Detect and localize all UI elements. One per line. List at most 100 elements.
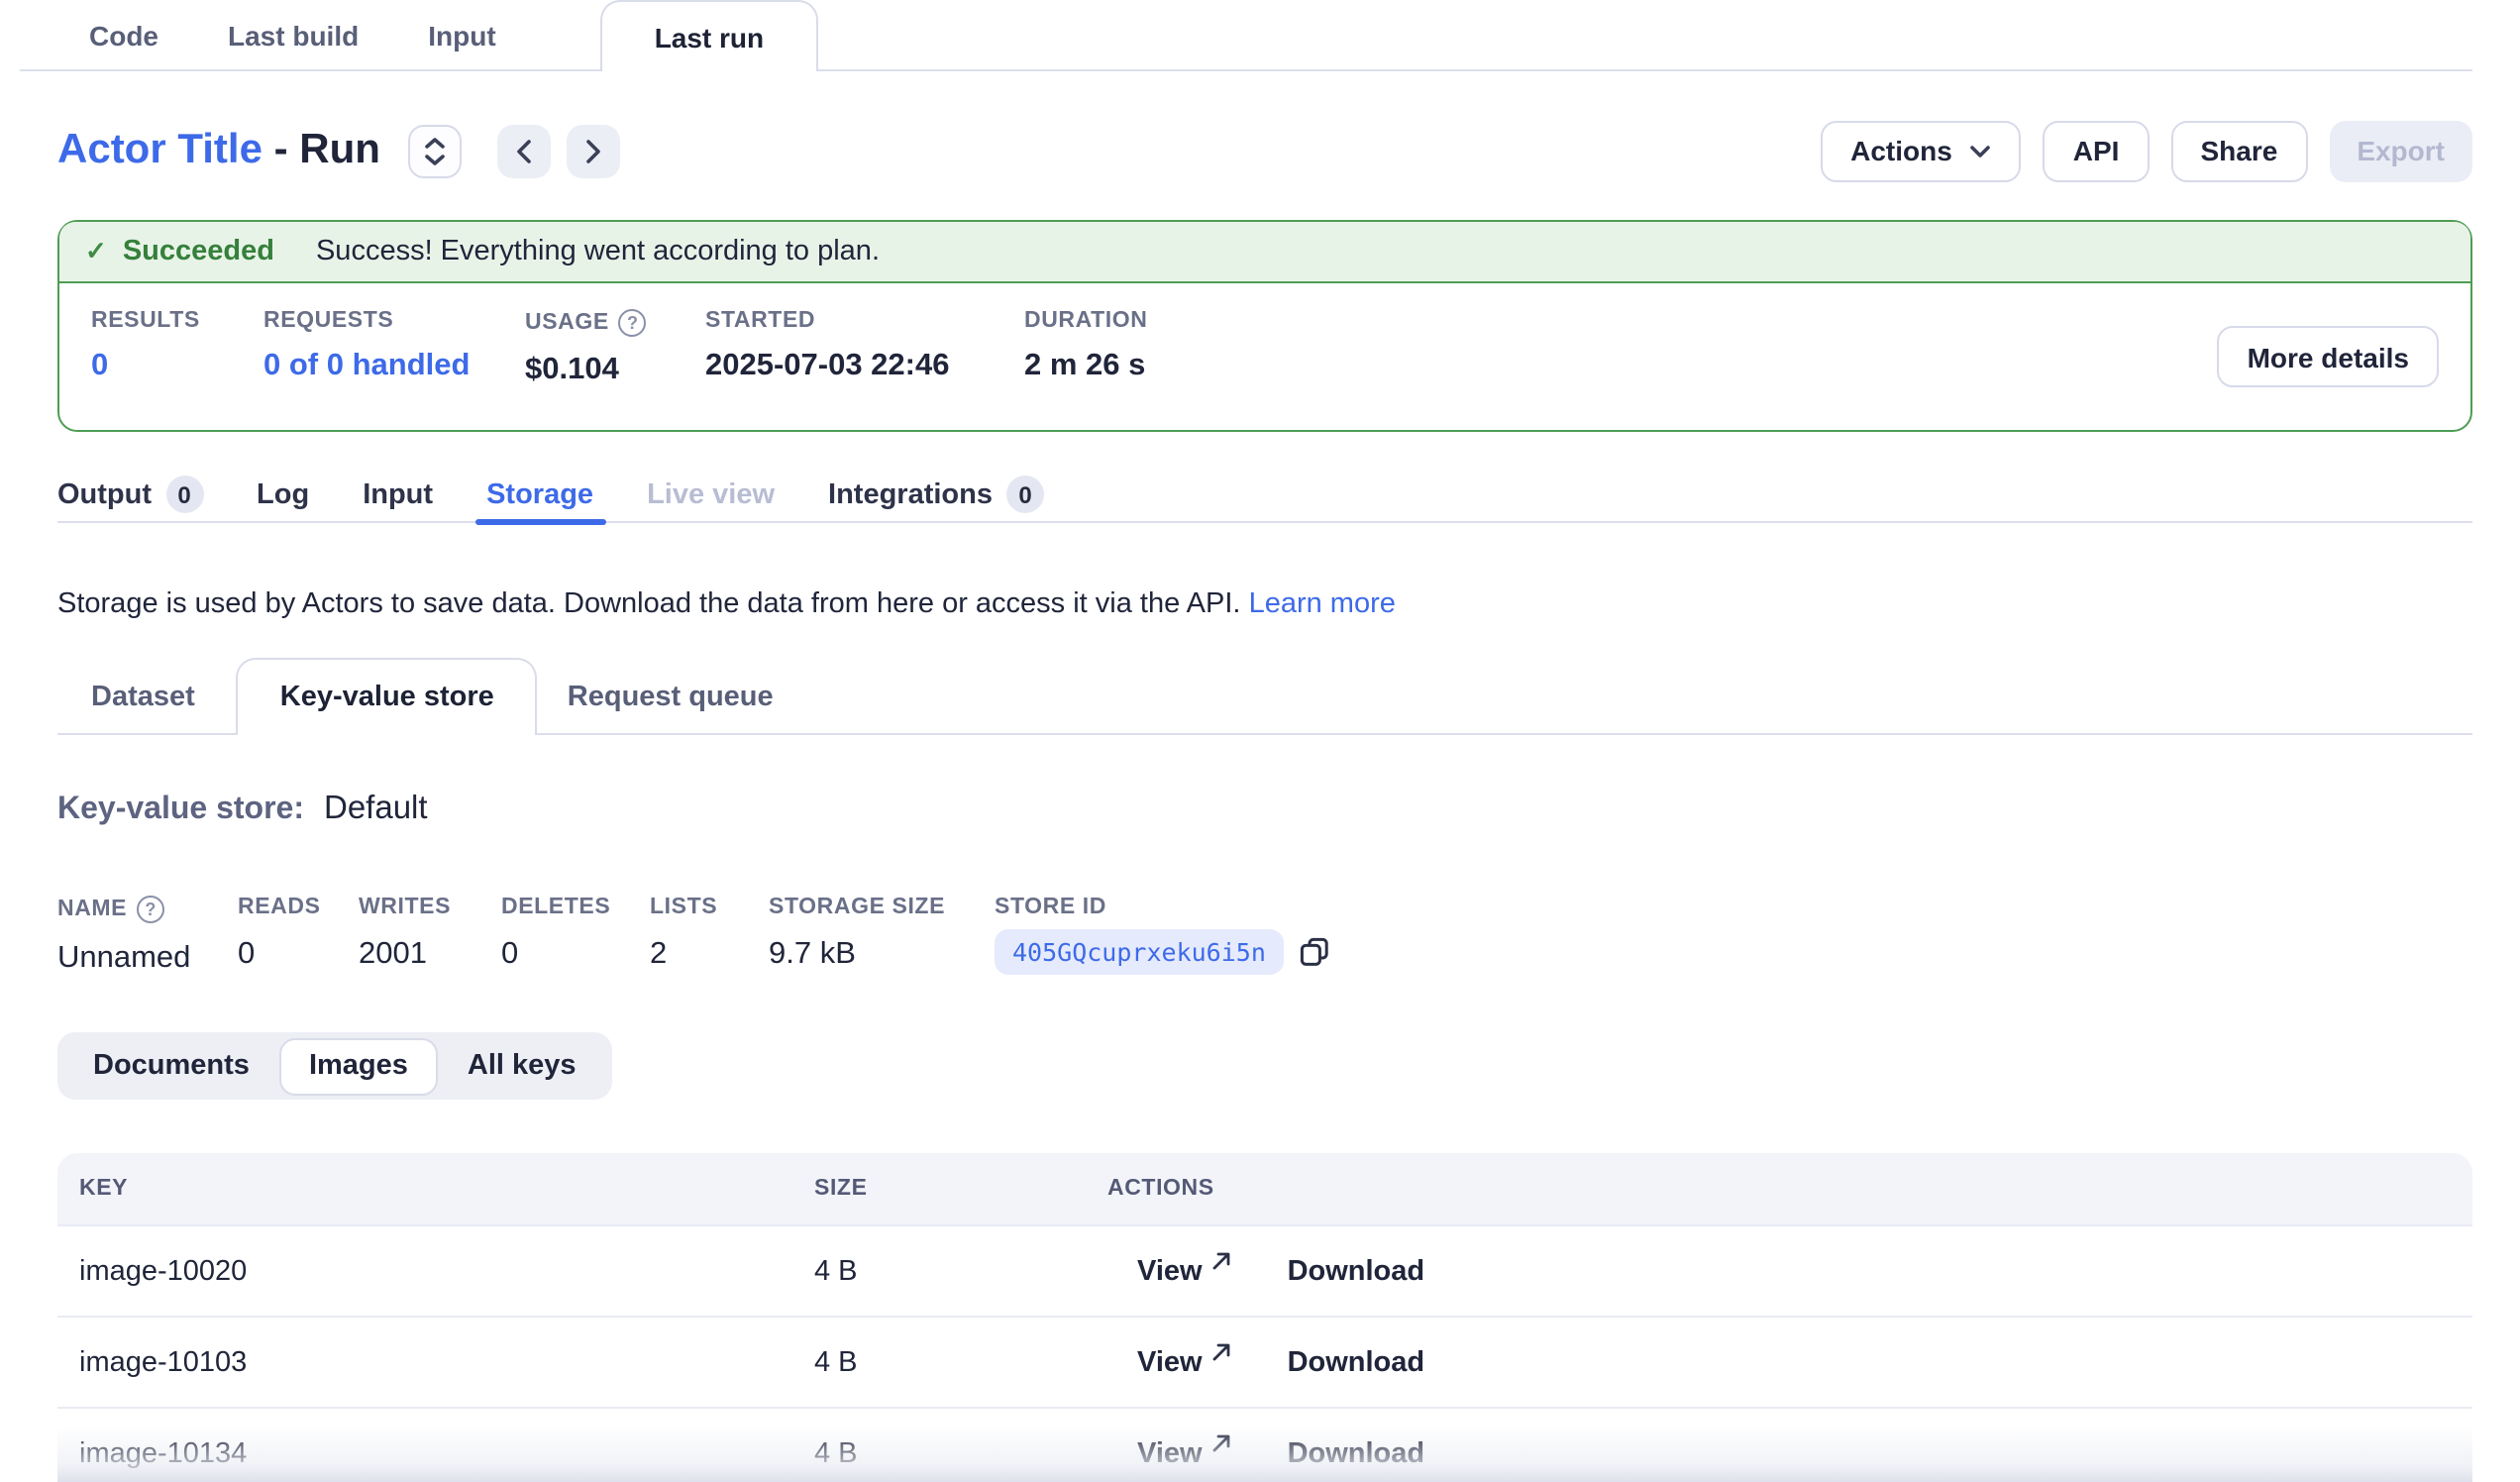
sort-chevrons-icon: [424, 136, 446, 165]
tab-storage[interactable]: Storage: [486, 468, 593, 521]
lists-label: LISTS: [650, 896, 769, 919]
learn-more-link[interactable]: Learn more: [1249, 588, 1396, 620]
next-run-button[interactable]: [567, 124, 620, 177]
run-stats-row: RESULTS 0 REQUESTS 0 of 0 handled USAGE?…: [59, 283, 2470, 430]
tab-key-value-store[interactable]: Key-value store: [237, 658, 538, 735]
key-filter-segmented-control: Documents Images All keys: [57, 1032, 612, 1100]
store-selector-label: Key-value store:: [57, 793, 304, 828]
view-link-label: View: [1137, 1437, 1203, 1469]
chevron-right-icon: [584, 138, 602, 163]
table-row: image-10020 4 B View Download: [57, 1224, 2472, 1316]
export-button[interactable]: Export: [2329, 120, 2472, 181]
more-details-label: More details: [2248, 341, 2409, 372]
usage-help-icon[interactable]: ?: [619, 309, 647, 337]
tab-last-run[interactable]: Last run: [601, 0, 817, 71]
actor-title-link[interactable]: Actor Title: [57, 127, 262, 172]
tab-output-label: Output: [57, 478, 152, 510]
started-value: 2025-07-03 22:46: [705, 349, 1024, 384]
key-cell: image-10134: [57, 1437, 814, 1469]
view-link-label: View: [1137, 1346, 1203, 1378]
started-label: STARTED: [705, 309, 1024, 333]
deletes-value: 0: [501, 937, 650, 973]
reads-label: READS: [238, 896, 359, 919]
more-details-button[interactable]: More details: [2218, 326, 2439, 387]
name-label: NAME: [57, 898, 127, 921]
run-selector-button[interactable]: [408, 124, 462, 177]
writes-label: WRITES: [359, 896, 501, 919]
tab-last-build[interactable]: Last build: [228, 20, 359, 52]
requests-label: REQUESTS: [263, 309, 525, 333]
storage-size-label: STORAGE SIZE: [769, 896, 995, 919]
tab-integrations-label: Integrations: [828, 478, 993, 510]
tab-live-view-label: Live view: [647, 478, 775, 510]
key-cell: image-10103: [57, 1346, 814, 1378]
actions-button-label: Actions: [1850, 135, 1952, 166]
tab-integrations[interactable]: Integrations0: [828, 468, 1044, 521]
download-link[interactable]: Download: [1288, 1437, 1425, 1469]
api-button[interactable]: API: [2044, 120, 2150, 181]
view-link[interactable]: View: [1137, 1255, 1230, 1287]
filter-images[interactable]: Images: [279, 1037, 438, 1095]
filter-documents[interactable]: Documents: [63, 1032, 279, 1100]
output-count-badge: 0: [165, 476, 203, 513]
share-button-label: Share: [2200, 135, 2277, 166]
table-row: image-10103 4 B View Download: [57, 1316, 2472, 1407]
header-key: KEY: [57, 1177, 814, 1201]
view-link[interactable]: View: [1137, 1346, 1230, 1378]
run-title-suffix: - Run: [262, 127, 380, 172]
keys-table: KEY SIZE ACTIONS image-10020 4 B View Do…: [57, 1153, 2472, 1482]
tab-log[interactable]: Log: [257, 468, 309, 521]
tab-request-queue[interactable]: Request queue: [568, 681, 774, 712]
requests-value[interactable]: 0 of 0 handled: [263, 349, 525, 384]
size-cell: 4 B: [814, 1255, 1107, 1287]
duration-value: 2 m 26 s: [1024, 349, 1148, 384]
download-link-label: Download: [1288, 1346, 1425, 1378]
chevron-left-icon: [515, 138, 533, 163]
page-tab-bar: Code Last build Input Last run: [0, 0, 2520, 71]
duration-label: DURATION: [1024, 309, 1148, 333]
deletes-label: DELETES: [501, 896, 650, 919]
status-message: Success! Everything went according to pl…: [316, 236, 880, 267]
usage-value: $0.104: [525, 353, 705, 388]
download-link[interactable]: Download: [1288, 1255, 1425, 1287]
tab-code[interactable]: Code: [89, 20, 158, 52]
download-link[interactable]: Download: [1288, 1346, 1425, 1378]
tab-log-label: Log: [257, 478, 309, 510]
lists-value: 2: [650, 937, 769, 973]
actor-run-page: Code Last build Input Last run Actor Tit…: [0, 0, 2520, 1482]
name-help-icon[interactable]: ?: [137, 896, 164, 923]
share-button[interactable]: Share: [2170, 120, 2307, 181]
filter-all-keys[interactable]: All keys: [438, 1032, 606, 1100]
tab-run-input[interactable]: Input: [363, 468, 433, 521]
store-selector-value[interactable]: Default: [324, 791, 428, 828]
store-id-value[interactable]: 405GQcuprxeku6i5n: [995, 929, 1284, 975]
usage-label: USAGE: [525, 311, 609, 335]
previous-run-button[interactable]: [497, 124, 551, 177]
tab-input[interactable]: Input: [428, 20, 495, 52]
reads-value: 0: [238, 937, 359, 973]
results-label: RESULTS: [91, 309, 263, 333]
page-title: Actor Title - Run: [57, 127, 380, 174]
copy-icon[interactable]: [1300, 937, 1329, 967]
storage-description-text: Storage is used by Actors to save data. …: [57, 588, 1249, 620]
store-stats-row: NAME? Unnamed READS 0 WRITES 2001 DELETE…: [57, 896, 2472, 977]
export-button-label: Export: [2357, 135, 2445, 166]
external-link-icon: [1212, 1433, 1230, 1451]
storage-tab-bar: Dataset Key-value store Request queue: [57, 658, 2472, 735]
page-tab-divider: [20, 68, 2472, 71]
actions-button[interactable]: Actions: [1821, 120, 2022, 181]
tab-output[interactable]: Output 0: [57, 468, 203, 521]
tab-dataset[interactable]: Dataset: [91, 681, 195, 712]
results-value[interactable]: 0: [91, 349, 263, 384]
view-link[interactable]: View: [1137, 1437, 1230, 1469]
table-header-row: KEY SIZE ACTIONS: [57, 1153, 2472, 1224]
tab-live-view: Live view: [647, 468, 775, 521]
size-cell: 4 B: [814, 1437, 1107, 1469]
api-button-label: API: [2073, 135, 2120, 166]
tab-storage-label: Storage: [486, 478, 593, 510]
store-id-label: STORE ID: [995, 896, 1329, 919]
status-label: Succeeded: [123, 236, 274, 267]
success-banner: ✓ Succeeded Success! Everything went acc…: [59, 222, 2470, 283]
view-link-label: View: [1137, 1255, 1203, 1287]
external-link-icon: [1212, 1342, 1230, 1360]
